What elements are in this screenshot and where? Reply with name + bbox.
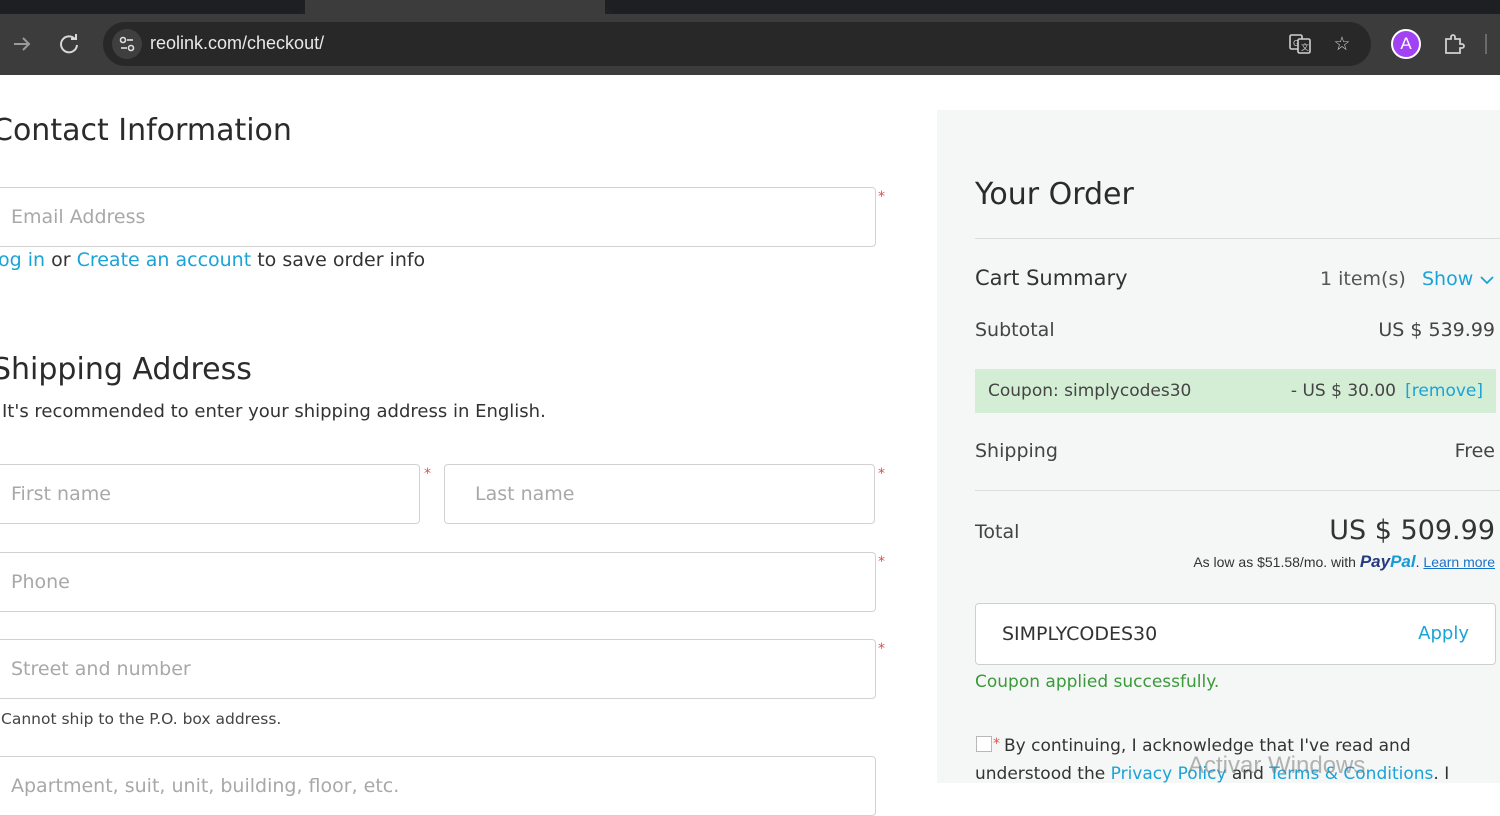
show-items-toggle[interactable]: Show: [1422, 268, 1495, 290]
toolbar-separator: [1485, 34, 1487, 54]
apply-button[interactable]: Apply: [1418, 623, 1469, 644]
show-label: Show: [1422, 268, 1474, 290]
terms-line2-prefix: understood the: [975, 764, 1106, 784]
account-prompt: og in or Create an account to save order…: [0, 249, 425, 271]
required-asterisk: *: [878, 641, 885, 657]
coupon-discount: - US $ 30.00: [1290, 381, 1396, 401]
total-value: US $ 509.99: [1329, 515, 1495, 546]
bookmark-star-icon[interactable]: ☆: [1329, 31, 1355, 57]
first-name-input[interactable]: [0, 465, 419, 523]
paypal-message: As low as $51.58/mo. with PayPal. Learn …: [1193, 552, 1495, 571]
coupon-success-message: Coupon applied successfully.: [975, 672, 1220, 692]
chevron-down-icon: [1480, 275, 1494, 284]
required-asterisk: *: [993, 736, 1000, 752]
shipping-label: Shipping: [975, 440, 1058, 462]
last-name-input[interactable]: [445, 465, 874, 523]
windows-activation-watermark: Activar Windows: [1188, 752, 1366, 779]
apartment-input[interactable]: [0, 757, 875, 815]
paypal-logo-pal: Pal: [1390, 552, 1416, 571]
login-link[interactable]: og in: [0, 249, 45, 271]
paypal-logo: PayPal: [1360, 552, 1416, 571]
email-input[interactable]: [0, 188, 875, 246]
phone-input[interactable]: [0, 553, 875, 611]
coupon-label: Coupon: simplycodes30: [988, 381, 1192, 401]
subtotal-label: Subtotal: [975, 319, 1055, 341]
shipping-title: Shipping Address: [0, 352, 252, 387]
or-text: or: [51, 249, 71, 271]
coupon-code-field[interactable]: Apply: [975, 603, 1496, 665]
paypal-prefix: As low as $51.58/mo. with: [1193, 554, 1356, 570]
translate-icon[interactable]: G文: [1287, 31, 1313, 57]
first-name-field[interactable]: [0, 464, 420, 524]
total-label: Total: [975, 521, 1020, 543]
tab-inactive-right[interactable]: [605, 0, 1500, 14]
required-asterisk: *: [424, 466, 431, 482]
site-info-icon[interactable]: [112, 29, 142, 59]
po-box-note: Cannot ship to the P.O. box address.: [1, 710, 282, 728]
paypal-learn-more-link[interactable]: Learn more: [1423, 554, 1495, 570]
tab-active[interactable]: [305, 0, 605, 14]
save-order-text: to save order info: [257, 249, 426, 271]
email-field[interactable]: [0, 187, 876, 247]
contact-title: Contact Information: [0, 113, 292, 148]
subtotal-value: US $ 539.99: [1378, 319, 1495, 341]
create-account-link[interactable]: Create an account: [77, 249, 252, 271]
terms-tail: . I: [1433, 764, 1450, 784]
shipping-value: Free: [1454, 440, 1495, 462]
divider: [975, 490, 1500, 491]
browser-toolbar: reolink.com/checkout/ G文 ☆ A: [0, 0, 1500, 75]
required-asterisk: *: [878, 189, 885, 205]
coupon-code-input[interactable]: [976, 604, 1396, 664]
divider: [975, 238, 1500, 239]
item-count: 1 item(s): [1320, 268, 1406, 290]
forward-arrow-icon[interactable]: [8, 30, 36, 58]
shipping-subtitle: It's recommended to enter your shipping …: [2, 401, 546, 422]
extensions-icon[interactable]: [1440, 30, 1468, 58]
required-asterisk: *: [878, 554, 885, 570]
tab-inactive-left[interactable]: [0, 0, 305, 14]
phone-field[interactable]: [0, 552, 876, 612]
tab-strip: [0, 0, 1500, 14]
last-name-field[interactable]: [444, 464, 875, 524]
order-title: Your Order: [975, 177, 1134, 212]
svg-text:G: G: [1293, 39, 1299, 48]
apartment-field[interactable]: [0, 756, 876, 816]
svg-text:文: 文: [1301, 42, 1309, 52]
required-asterisk: *: [878, 466, 885, 482]
reload-icon[interactable]: [55, 30, 83, 58]
address-bar[interactable]: reolink.com/checkout/ G文 ☆: [103, 22, 1371, 66]
street-field[interactable]: [0, 639, 876, 699]
coupon-applied-row: Coupon: simplycodes30 - US $ 30.00 [remo…: [975, 369, 1496, 413]
street-input[interactable]: [0, 640, 875, 698]
url-text[interactable]: reolink.com/checkout/: [150, 33, 324, 54]
coupon-remove-link[interactable]: [remove]: [1405, 381, 1483, 401]
cart-summary-label: Cart Summary: [975, 266, 1128, 290]
paypal-logo-pay: Pay: [1359, 552, 1391, 571]
terms-checkbox[interactable]: [976, 736, 992, 752]
profile-avatar[interactable]: A: [1391, 29, 1421, 59]
